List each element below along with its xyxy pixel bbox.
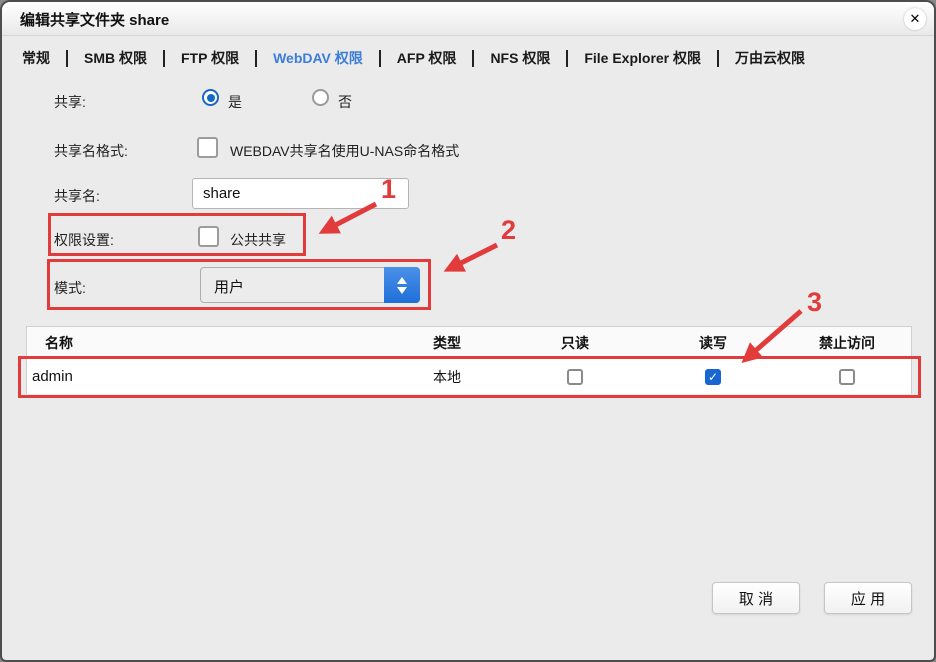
- tab-ftp[interactable]: FTP 权限: [167, 48, 253, 68]
- radio-dot: [207, 94, 215, 102]
- share-no-label: 否: [338, 92, 352, 112]
- no-access-checkbox[interactable]: [839, 369, 855, 385]
- tab-separator: [472, 50, 474, 67]
- tab-separator: [66, 50, 68, 67]
- column-read-only: 只读: [545, 327, 605, 358]
- close-button[interactable]: ✕: [904, 8, 926, 30]
- table-header: 名称 类型 只读 读写 禁止访问: [27, 327, 911, 359]
- share-name-label: 共享名:: [54, 186, 100, 206]
- edit-shared-folder-dialog: 编辑共享文件夹 share ✕ 常规 SMB 权限 FTP 权限 WebDAV …: [0, 0, 936, 662]
- read-write-checkbox[interactable]: ✓: [705, 369, 721, 385]
- tab-separator: [717, 50, 719, 67]
- annotation-number-2: 2: [501, 215, 516, 246]
- tab-file-explorer[interactable]: File Explorer 权限: [570, 48, 715, 68]
- chevron-down-icon: [397, 287, 407, 294]
- name-format-checkbox-label: WEBDAV共享名使用U-NAS命名格式: [230, 141, 459, 161]
- tab-nfs[interactable]: NFS 权限: [476, 48, 564, 68]
- name-format-label: 共享名格式:: [54, 141, 128, 161]
- tab-separator: [255, 50, 257, 67]
- column-type: 类型: [433, 327, 461, 358]
- tab-smb[interactable]: SMB 权限: [70, 48, 161, 68]
- tab-wanyou-cloud[interactable]: 万由云权限: [721, 48, 819, 68]
- spinner-button[interactable]: [384, 267, 420, 303]
- name-format-checkbox[interactable]: [197, 137, 218, 158]
- mode-select-value: 用户: [214, 276, 244, 297]
- row-user-name: admin: [32, 359, 73, 394]
- share-name-input[interactable]: [192, 178, 409, 209]
- apply-button[interactable]: 应 用: [824, 582, 912, 614]
- tab-general[interactable]: 常规: [22, 48, 64, 68]
- column-name: 名称: [45, 327, 73, 358]
- tab-afp[interactable]: AFP 权限: [383, 48, 471, 68]
- public-share-checkbox[interactable]: [198, 226, 219, 247]
- column-read-write: 读写: [683, 327, 743, 358]
- close-icon: ✕: [910, 11, 921, 27]
- tab-bar: 常规 SMB 权限 FTP 权限 WebDAV 权限 AFP 权限 NFS 权限…: [22, 42, 924, 74]
- share-label: 共享:: [54, 92, 86, 112]
- mode-label: 模式:: [54, 278, 86, 298]
- cancel-button[interactable]: 取 消: [712, 582, 800, 614]
- dialog-title: 编辑共享文件夹 share: [20, 9, 169, 30]
- permissions-table: 名称 类型 只读 读写 禁止访问 admin 本地 ✓: [26, 326, 912, 394]
- tab-separator: [566, 50, 568, 67]
- check-icon: ✓: [708, 370, 718, 384]
- share-yes-radio[interactable]: [202, 89, 219, 106]
- chevron-up-icon: [397, 277, 407, 284]
- share-no-radio[interactable]: [312, 89, 329, 106]
- table-row: admin 本地 ✓: [27, 359, 911, 394]
- column-no-access: 禁止访问: [807, 327, 887, 358]
- share-yes-label: 是: [228, 92, 242, 112]
- read-only-checkbox[interactable]: [567, 369, 583, 385]
- tab-separator: [379, 50, 381, 67]
- public-share-checkbox-label: 公共共享: [230, 230, 286, 250]
- row-user-type: 本地: [433, 359, 461, 394]
- tab-webdav[interactable]: WebDAV 权限: [259, 48, 377, 68]
- title-bar: 编辑共享文件夹 share ✕: [2, 2, 934, 36]
- tab-separator: [163, 50, 165, 67]
- mode-select[interactable]: 用户: [200, 267, 420, 303]
- annotation-number-3: 3: [807, 287, 822, 318]
- permission-label: 权限设置:: [54, 230, 114, 250]
